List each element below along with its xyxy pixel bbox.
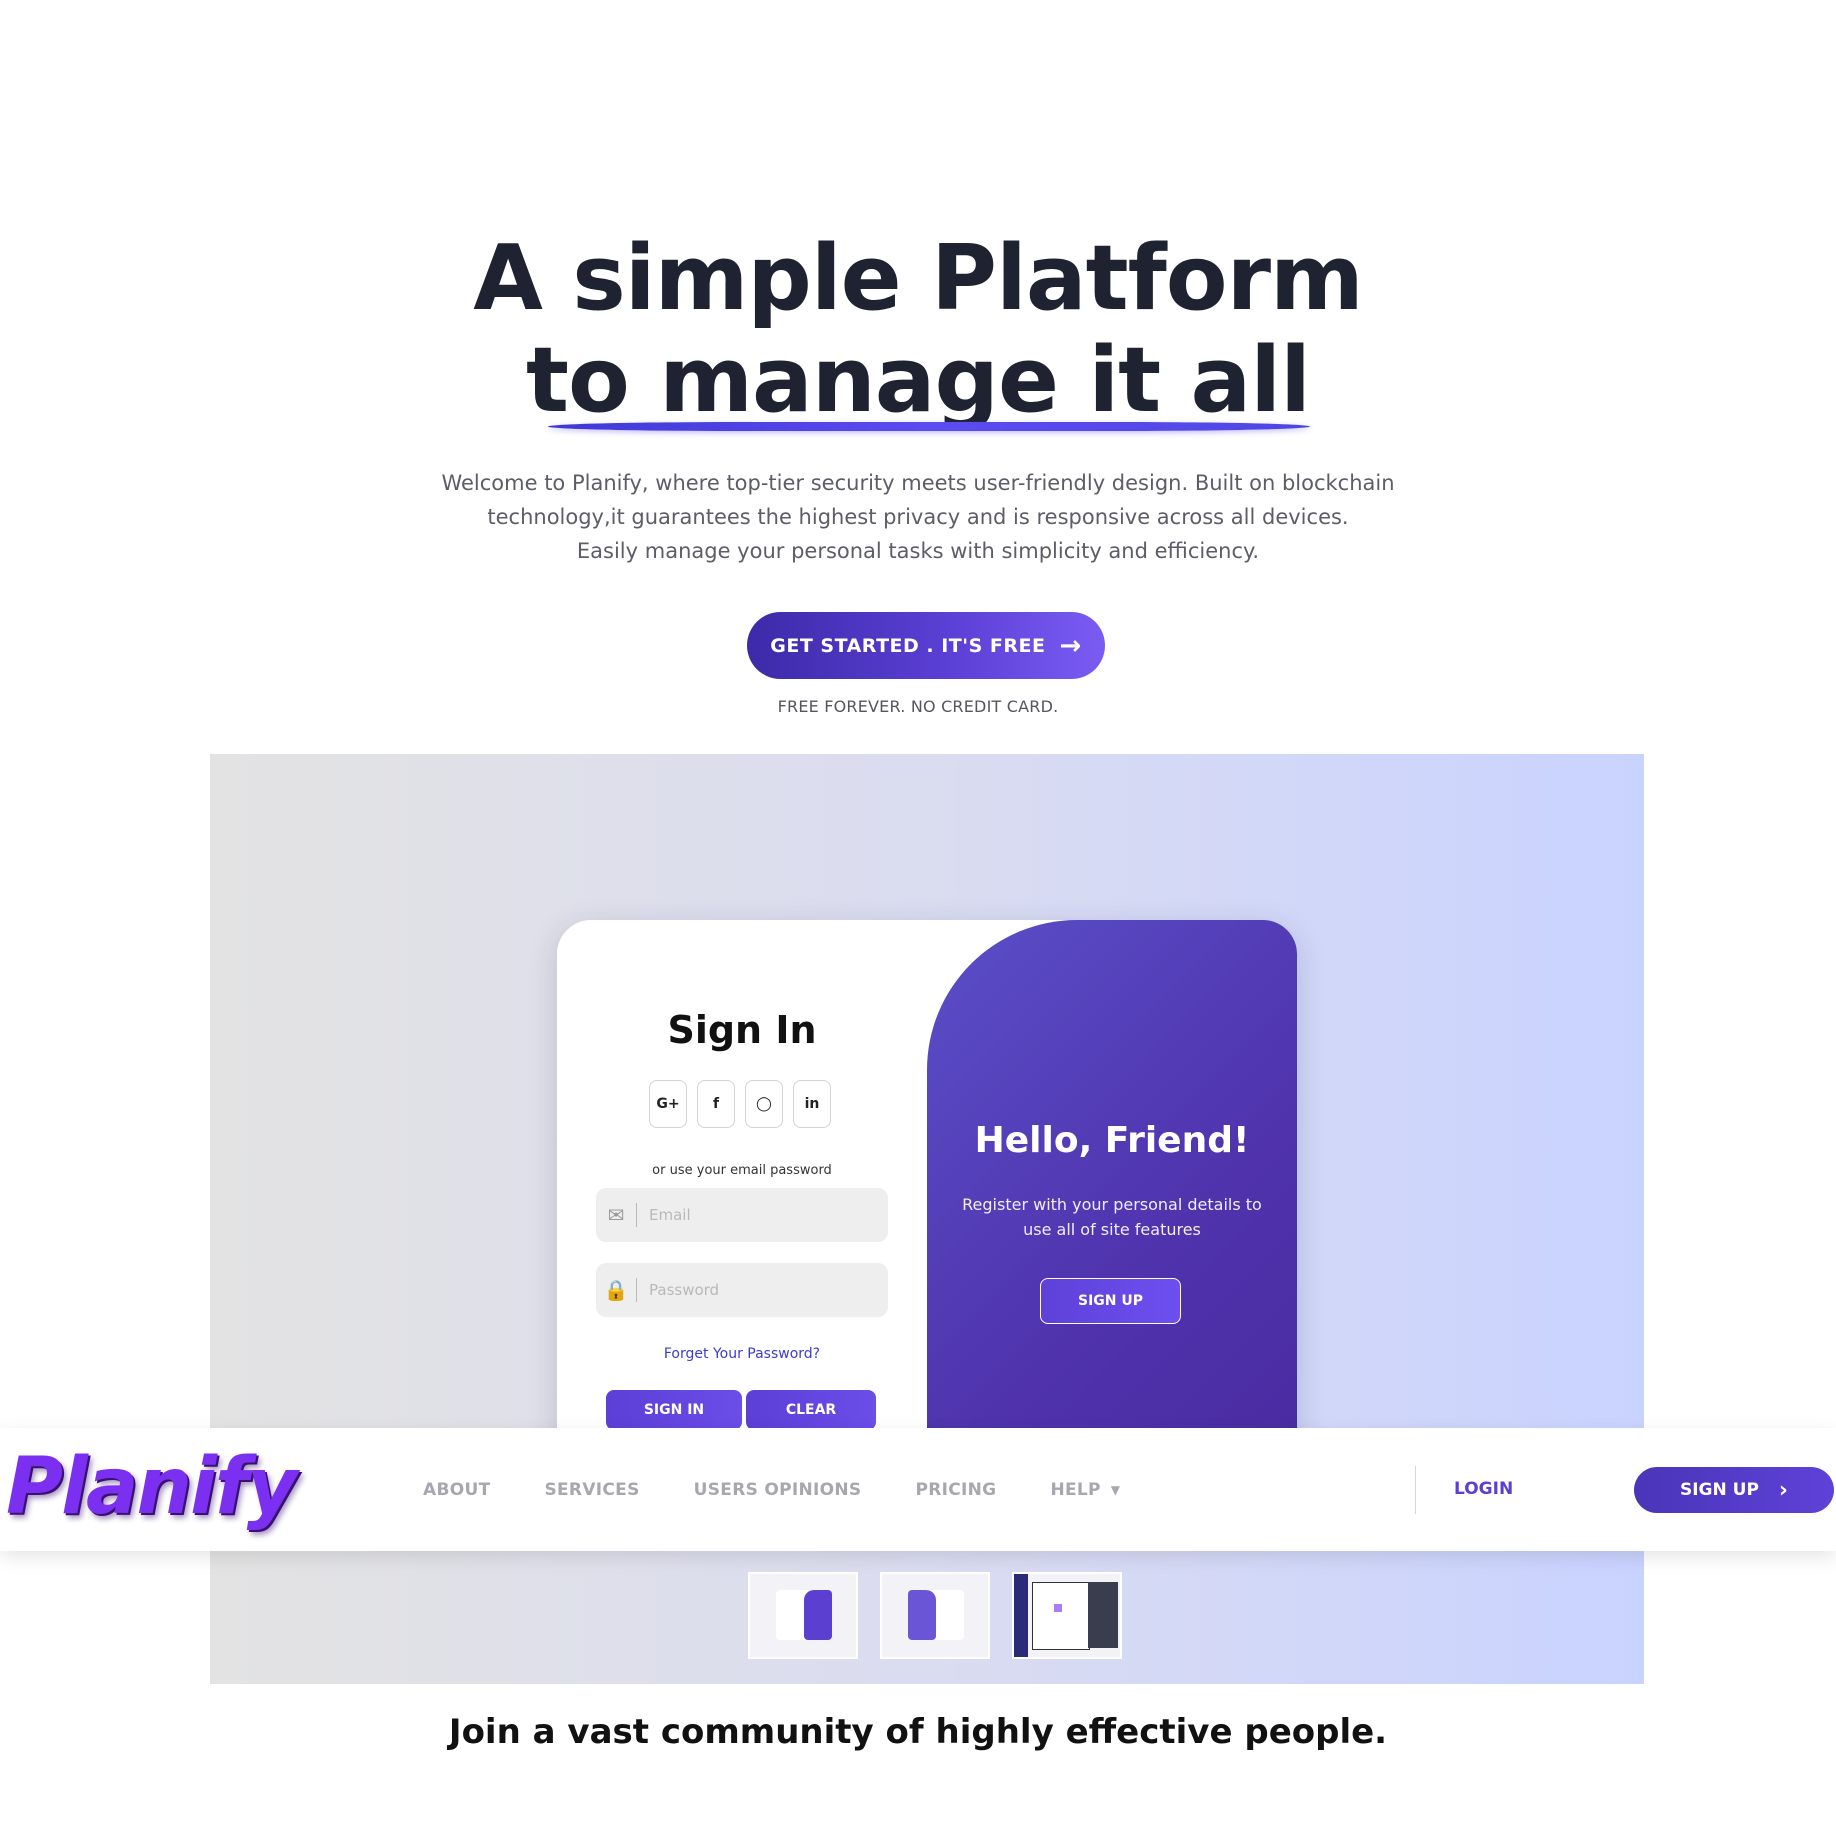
envelope-icon: ✉ xyxy=(607,1203,625,1227)
get-started-label: GET STARTED . IT'S FREE xyxy=(770,634,1046,657)
hero-title-line2: to manage it all xyxy=(526,328,1311,433)
signin-card: Sign In G+ f ◯ in or use your email pass… xyxy=(557,920,1297,1480)
community-heading: Join a vast community of highly effectiv… xyxy=(448,1712,1388,1752)
nav-links: ABOUT SERVICES USERS OPINIONS PRICING HE… xyxy=(423,1428,1174,1551)
nav-services[interactable]: SERVICES xyxy=(544,1480,639,1500)
signup-button[interactable]: SIGN UP › xyxy=(1634,1467,1834,1513)
hero-desc-line2: technology,it guarantees the highest pri… xyxy=(487,505,1349,529)
thumbnail-signin[interactable] xyxy=(748,1572,858,1659)
thumb-panel xyxy=(908,1590,936,1640)
cta-note: FREE FOREVER. NO CREDIT CARD. xyxy=(777,697,1059,716)
forgot-password-link[interactable]: Forget Your Password? xyxy=(557,1346,927,1362)
welcome-panel: Hello, Friend! Register with your person… xyxy=(927,920,1297,1480)
thumbnail-signup[interactable] xyxy=(880,1572,990,1659)
title-underline xyxy=(547,422,1311,431)
lock-icon: 🔒 xyxy=(603,1278,629,1302)
thumb-calendar xyxy=(1032,1582,1090,1650)
nav-help[interactable]: HELP ▼ xyxy=(1050,1480,1120,1500)
email-field[interactable]: ✉ xyxy=(596,1188,888,1242)
google-icon[interactable]: G+ xyxy=(649,1080,687,1128)
password-input[interactable] xyxy=(647,1280,871,1300)
nav-help-label: HELP xyxy=(1050,1479,1101,1500)
social-buttons: G+ f ◯ in xyxy=(649,1080,831,1128)
clear-button[interactable]: CLEAR xyxy=(746,1390,876,1430)
thumb-panel xyxy=(804,1590,832,1640)
get-started-button[interactable]: GET STARTED . IT'S FREE → xyxy=(747,612,1105,679)
field-separator xyxy=(636,1278,637,1302)
signin-button[interactable]: SIGN IN xyxy=(606,1390,742,1430)
hero-title: A simple Platform to manage it all xyxy=(0,228,1836,432)
nav-pricing[interactable]: PRICING xyxy=(915,1480,996,1500)
navbar: Planify ABOUT SERVICES USERS OPINIONS PR… xyxy=(0,1428,1836,1551)
panel-signup-button[interactable]: SIGN UP xyxy=(1040,1278,1181,1324)
hello-heading: Hello, Friend! xyxy=(974,1120,1250,1161)
thumb-sidebar xyxy=(1014,1574,1028,1657)
hero-description: Welcome to Planify, where top-tier secur… xyxy=(418,466,1418,568)
nav-users-opinions[interactable]: USERS OPINIONS xyxy=(694,1480,862,1500)
signin-title: Sign In xyxy=(667,1008,817,1052)
linkedin-icon[interactable]: in xyxy=(793,1080,831,1128)
github-icon[interactable]: ◯ xyxy=(745,1080,783,1128)
nav-divider xyxy=(1415,1466,1416,1514)
field-separator xyxy=(636,1203,637,1227)
login-link[interactable]: LOGIN xyxy=(1454,1479,1513,1499)
thumb-side-panel xyxy=(1088,1582,1118,1648)
preview-thumbnails xyxy=(748,1572,1122,1659)
thumb-highlight xyxy=(1054,1604,1062,1612)
signup-label: SIGN UP xyxy=(1679,1480,1759,1500)
planify-logo[interactable]: Planify xyxy=(6,1442,298,1532)
hero-title-line1: A simple Platform xyxy=(473,226,1364,331)
register-text: Register with your personal details to u… xyxy=(962,1195,1262,1239)
or-text: or use your email password xyxy=(652,1163,832,1178)
thumbnail-dashboard[interactable] xyxy=(1012,1572,1122,1659)
chevron-right-icon: › xyxy=(1778,1477,1788,1503)
hero-desc-line3: Easily manage your personal tasks with s… xyxy=(576,539,1260,563)
hero-desc-line1: Welcome to Planify, where top-tier secur… xyxy=(441,471,1395,495)
caret-down-icon: ▼ xyxy=(1110,1482,1121,1497)
email-input[interactable] xyxy=(647,1205,871,1225)
arrow-right-icon: → xyxy=(1059,630,1082,661)
signin-panel: Sign In G+ f ◯ in or use your email pass… xyxy=(557,920,927,1480)
password-field[interactable]: 🔒 xyxy=(596,1263,888,1317)
facebook-icon[interactable]: f xyxy=(697,1080,735,1128)
nav-about[interactable]: ABOUT xyxy=(423,1480,490,1500)
